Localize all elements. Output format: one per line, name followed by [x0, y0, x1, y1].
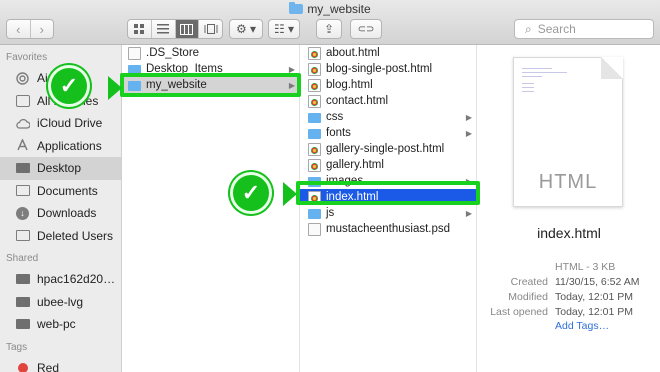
arrange-icon: ☷ ▾	[273, 22, 295, 36]
folder-icon	[289, 2, 304, 14]
search-field[interactable]: ⌕ Search	[514, 19, 654, 39]
sidebar-item-deleted-users[interactable]: Deleted Users	[0, 225, 121, 248]
file-thumbnail: HTML	[513, 57, 623, 207]
folder-icon	[308, 209, 321, 219]
back-button[interactable]: ‹	[7, 20, 30, 38]
coverflow-view-button[interactable]	[198, 20, 222, 38]
window-title: my_website	[0, 2, 660, 16]
downloads-icon: ↓	[15, 206, 30, 220]
sidebar-item-shared-hpac[interactable]: hpac162d20…	[0, 268, 121, 291]
chevron-right-icon: ▶	[465, 128, 472, 138]
file-row[interactable]: blog-single-post.html	[300, 61, 476, 77]
column-my-website: about.html blog-single-post.html blog.ht…	[300, 45, 477, 372]
applications-icon	[15, 139, 30, 152]
column-view-button[interactable]	[174, 20, 199, 38]
airdrop-icon	[15, 72, 30, 85]
chevron-right-icon: ▶	[465, 208, 472, 218]
search-placeholder: Search	[537, 22, 576, 36]
sidebar-item-applications[interactable]: Applications	[0, 135, 121, 158]
folder-row[interactable]: js ▶	[300, 205, 476, 221]
meta-modified: Modified Today, 12:01 PM	[508, 291, 634, 303]
view-mode-selector	[127, 19, 223, 39]
sidebar-section-tags: Tags	[6, 341, 28, 353]
sidebar-item-icloud-drive[interactable]: iCloud Drive	[0, 112, 121, 135]
toolbar: my_website ‹ › ⚙ ▾ ☷ ▾ ⇪ ⊂⊃ ⌕ Search	[0, 0, 660, 45]
all-files-icon	[15, 94, 30, 107]
sidebar-item-documents[interactable]: Documents	[0, 180, 121, 203]
psd-file-icon	[308, 222, 321, 236]
folder-row[interactable]: css ▶	[300, 109, 476, 125]
column-view-icon	[180, 23, 194, 35]
file-row[interactable]: about.html	[300, 45, 476, 61]
thumbnail-type-label: HTML	[538, 171, 598, 193]
file-row[interactable]: blog.html	[300, 77, 476, 93]
tag-color-dot-icon	[15, 361, 30, 372]
file-row[interactable]: .DS_Store	[123, 45, 299, 61]
icon-view-icon	[133, 23, 144, 34]
checkmark-badge-icon: ✓	[230, 172, 272, 214]
file-row[interactable]: mustacheenthusiast.psd	[300, 221, 476, 237]
arrange-menu-button[interactable]: ☷ ▾	[268, 19, 300, 39]
share-button[interactable]: ⇪	[316, 19, 342, 39]
pointer-arrow-icon	[283, 182, 297, 206]
preview-pane: HTML index.html HTML - 3 KB Created 11/3…	[478, 45, 660, 372]
cloud-icon	[15, 117, 30, 130]
highlight-index-html	[296, 181, 480, 205]
list-view-icon	[157, 24, 170, 34]
highlight-my-website	[120, 73, 301, 97]
forward-button[interactable]: ›	[29, 20, 54, 38]
pointer-arrow-icon	[108, 76, 122, 100]
list-view-button[interactable]	[150, 20, 175, 38]
computer-icon	[15, 273, 30, 286]
preview-file-kind: HTML - 3 KB	[555, 261, 616, 273]
folder-icon	[308, 113, 321, 123]
file-row[interactable]: contact.html	[300, 93, 476, 109]
sidebar-section-shared: Shared	[6, 253, 39, 264]
sidebar-item-shared-ubee[interactable]: ubee-lvg	[0, 291, 121, 314]
tags-button[interactable]: ⊂⊃	[350, 19, 382, 39]
html-file-icon	[308, 78, 321, 92]
preview-file-name: index.html	[537, 225, 601, 241]
folder-row[interactable]: fonts ▶	[300, 125, 476, 141]
tag-icon: ⊂⊃	[357, 23, 375, 35]
coverflow-view-icon	[204, 24, 218, 34]
html-file-icon	[308, 158, 321, 172]
icon-view-button[interactable]	[128, 20, 151, 38]
sidebar-item-tag-red[interactable]: Red	[0, 357, 121, 372]
search-icon: ⌕	[525, 21, 532, 36]
folder-icon	[308, 129, 321, 139]
chevron-right-icon: ▶	[465, 112, 472, 122]
html-file-icon	[308, 62, 321, 76]
meta-last-opened: Last opened Today, 12:01 PM	[490, 306, 634, 318]
html-file-icon	[308, 94, 321, 108]
document-icon	[128, 46, 141, 60]
computer-icon	[15, 318, 30, 331]
add-tags-link[interactable]: Add Tags…	[555, 320, 609, 332]
folder-icon	[15, 229, 30, 242]
sidebar-item-shared-web-pc[interactable]: web-pc	[0, 313, 121, 336]
gear-icon: ⚙ ▾	[235, 22, 257, 36]
desktop-icon	[15, 162, 30, 175]
checkmark-badge-icon: ✓	[48, 65, 90, 107]
sidebar-item-downloads[interactable]: ↓ Downloads	[0, 202, 121, 225]
computer-icon	[15, 295, 30, 308]
file-row[interactable]: gallery.html	[300, 157, 476, 173]
documents-icon	[15, 184, 30, 197]
html-file-icon	[308, 46, 321, 60]
meta-created: Created 11/30/15, 6:52 AM	[510, 276, 640, 288]
action-menu-button[interactable]: ⚙ ▾	[229, 19, 263, 39]
file-row[interactable]: gallery-single-post.html	[300, 141, 476, 157]
sidebar-section-favorites: Favorites	[6, 52, 48, 63]
nav-buttons: ‹ ›	[6, 19, 54, 39]
html-file-icon	[308, 142, 321, 156]
share-icon: ⇪	[323, 22, 335, 36]
sidebar-item-desktop[interactable]: Desktop	[0, 157, 121, 180]
